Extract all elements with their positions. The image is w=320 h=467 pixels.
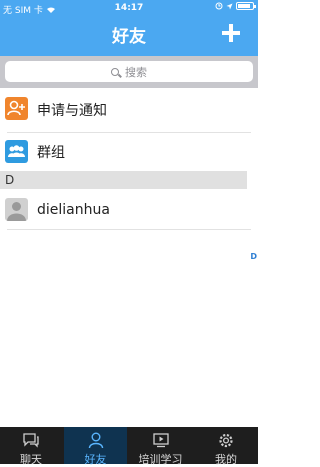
alarm-icon	[215, 2, 223, 10]
index-bar-letter[interactable]: D	[250, 252, 257, 261]
battery-icon	[236, 2, 256, 10]
contact-name: dielianhua	[37, 202, 110, 218]
contact-row[interactable]: dielianhua	[0, 195, 258, 227]
divider	[7, 229, 251, 230]
search-input[interactable]: 搜索	[5, 61, 253, 82]
row-label: 申请与通知	[37, 103, 107, 119]
friends-icon	[88, 432, 103, 449]
group-icon	[5, 140, 28, 163]
tab-label: 培训学习	[138, 453, 183, 466]
status-bar: 无 SIM 卡 14:17	[0, 0, 258, 17]
section-letter: D	[5, 173, 15, 187]
avatar-placeholder-icon	[5, 198, 28, 221]
video-icon	[152, 433, 169, 448]
person-add-icon	[5, 97, 28, 120]
chat-icon	[23, 433, 39, 448]
tab-chat[interactable]: 聊天	[0, 427, 62, 466]
add-friend-button[interactable]	[220, 22, 242, 44]
search-bar: 搜索	[0, 56, 258, 88]
divider	[7, 132, 251, 133]
tab-friends[interactable]: 好友	[64, 427, 127, 466]
search-icon	[111, 67, 119, 76]
nav-header: 无 SIM 卡 14:17 好友	[0, 0, 258, 56]
tab-label: 我的	[215, 453, 237, 466]
tab-training[interactable]: 培训学习	[129, 427, 192, 466]
gear-icon	[219, 433, 233, 448]
search-placeholder: 搜索	[125, 65, 147, 79]
row-label: 群组	[37, 145, 65, 161]
section-header: D	[0, 171, 247, 189]
tab-label: 好友	[84, 453, 107, 466]
tab-me[interactable]: 我的	[194, 427, 258, 466]
tab-label: 聊天	[20, 453, 42, 466]
location-icon	[226, 3, 233, 9]
row-requests-notifications[interactable]: 申请与通知	[0, 94, 258, 126]
row-groups[interactable]: 群组	[0, 137, 258, 167]
tab-bar: 聊天 好友 培训学习 我的	[0, 427, 258, 466]
